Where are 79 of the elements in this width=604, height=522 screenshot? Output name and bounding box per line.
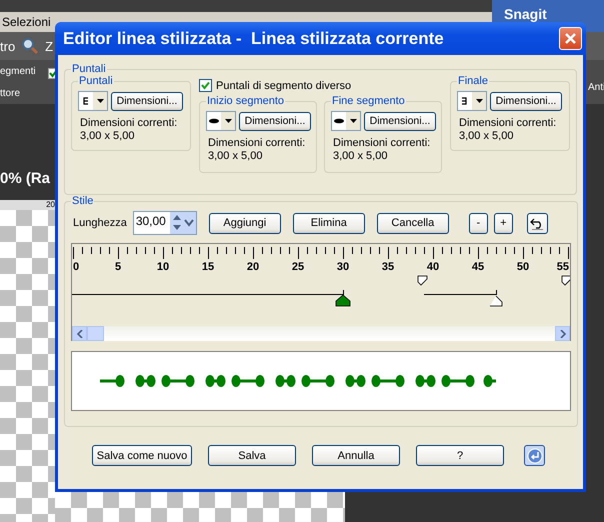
clear-button[interactable]: Cancella (376, 212, 449, 234)
cancel-button[interactable]: Annulla (312, 445, 400, 466)
cap-dropdown[interactable] (78, 91, 108, 111)
scroll-left-icon (76, 330, 82, 338)
size-value: 3,00 x 5,00 (79, 130, 136, 143)
ruler-label: 15 (202, 261, 214, 273)
zoom-icon[interactable] (21, 37, 40, 55)
toolbar-label[interactable]: Z (45, 38, 54, 54)
size-label: Dimensioni correnti: (207, 137, 306, 150)
size-value: 3,00 x 5,00 (207, 150, 264, 163)
save-as-new-button[interactable]: Salva come nuovo (92, 445, 192, 466)
ruler-label: 5 (114, 261, 122, 273)
add-button[interactable]: Aggiungi (208, 212, 281, 234)
ruler-label: 55 (556, 261, 569, 273)
delete-button[interactable]: Elimina (292, 212, 365, 234)
segment-end-marker[interactable] (336, 294, 350, 306)
scroll-left-button[interactable] (72, 326, 87, 341)
segment-marker[interactable] (418, 276, 428, 286)
close-icon (564, 32, 577, 45)
segment-marker[interactable] (562, 276, 570, 286)
cap-dropdown[interactable] (206, 111, 236, 131)
dropdown-arrow-icon (350, 119, 356, 123)
scrollbar-thumb[interactable] (87, 326, 104, 341)
help-button[interactable]: ? (416, 445, 504, 466)
undo-arrow-icon (530, 216, 545, 230)
group-title: Stile (71, 195, 94, 207)
dropdown-arrow-icon (96, 99, 104, 103)
toolbar-label[interactable]: tro (0, 38, 16, 54)
checkbox[interactable] (199, 79, 212, 92)
dropdown-arrow-icon (224, 119, 232, 123)
group-title: Puntali (78, 75, 114, 87)
ruler-label: 50 (516, 261, 530, 273)
segment-marker[interactable] (490, 296, 502, 306)
horizontal-scrollbar[interactable] (72, 326, 570, 341)
ruler-label: 45 (472, 261, 484, 273)
group-title: Fine segmento (331, 95, 406, 107)
option-label: egmenti (0, 66, 36, 76)
ruler-label: 10 (156, 261, 170, 273)
ruler-label: 0 (73, 261, 80, 273)
group-title: Inizio segmento (206, 95, 286, 107)
check-icon (201, 81, 210, 90)
menu-item[interactable]: Selezioni (2, 15, 51, 29)
cap-shape-icon (332, 116, 346, 126)
cap-shape-icon (207, 116, 221, 126)
size-label: Dimensioni correnti: (458, 117, 558, 130)
minus-button[interactable]: - (468, 212, 488, 234)
size-button[interactable]: Dimensioni... (490, 92, 562, 110)
ruler-label: 20 (246, 261, 260, 273)
ruler-label: 25 (292, 261, 304, 273)
canvas-ruler: 20 (0, 200, 55, 210)
plus-button[interactable]: + (494, 212, 513, 234)
size-label: Dimensioni correnti: (79, 117, 178, 130)
size-button[interactable]: Dimensioni... (239, 112, 311, 130)
group-title: Puntali (71, 63, 107, 75)
cap-dropdown[interactable] (331, 111, 361, 131)
scroll-right-button[interactable] (555, 326, 570, 341)
scroll-right-icon (560, 330, 566, 338)
reset-button[interactable] (526, 212, 548, 234)
back-button[interactable] (524, 445, 545, 466)
window-title: Editor linea stilizzata - Linea stilizzata corrente (63, 28, 444, 48)
size-value: 3,00 x 5,00 (458, 130, 514, 143)
size-button[interactable]: Dimensioni... (111, 92, 183, 110)
length-spinbox[interactable]: 30,00 (132, 211, 197, 235)
segment-ruler[interactable]: 0 5 10 15 20 25 30 35 40 45 50 55 (71, 243, 571, 341)
checkbox-label[interactable]: Puntali di segmento diverso (216, 80, 352, 92)
ruler-label: 40 (426, 261, 440, 273)
group-title: Finale (457, 75, 489, 87)
document-title: 0% (Ra (0, 170, 50, 187)
size-value: 3,00 x 5,00 (332, 150, 388, 163)
close-button[interactable] (559, 27, 582, 50)
size-button[interactable]: Dimensioni... (364, 112, 436, 130)
size-label: Dimensioni correnti: (332, 137, 432, 150)
dropdown-arrow-icon (476, 99, 482, 103)
ruler-label: 30 (336, 261, 350, 273)
option-label: ttore (0, 88, 20, 98)
length-label: Lunghezza (73, 217, 127, 229)
ruler-label: 35 (382, 261, 394, 273)
cap-dropdown[interactable] (457, 91, 487, 111)
save-button[interactable]: Salva (208, 445, 296, 466)
